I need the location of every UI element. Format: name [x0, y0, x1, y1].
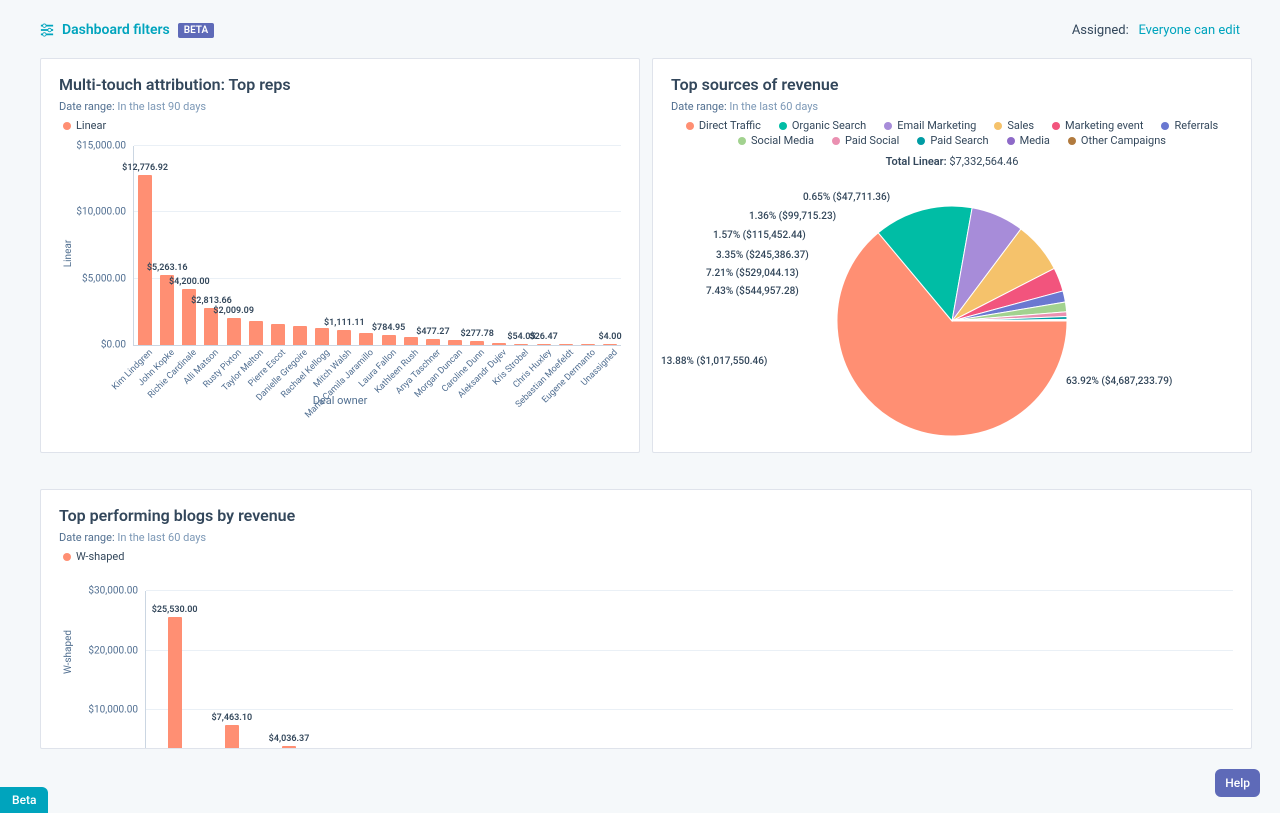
card-title: Multi-touch attribution: Top reps: [59, 75, 621, 94]
bar-cell[interactable]: Sebastian Moefeldt: [555, 344, 577, 345]
bar-cell[interactable]: $4,200.00Richie Cardinale: [178, 277, 200, 345]
x-axis-label: Deal owner: [59, 394, 621, 407]
bar-cell[interactable]: $5,263.16John Kopke: [156, 263, 178, 345]
date-range: Date range: In the last 60 days: [671, 100, 1233, 113]
pie-slice-label: 0.65% ($47,711.36): [803, 192, 890, 203]
bar-cell[interactable]: Pierre Escot: [267, 324, 289, 345]
pie-slice-label: 7.43% ($544,957.28): [706, 286, 799, 297]
legend-item[interactable]: Email Marketing: [884, 119, 976, 132]
bar-cell[interactable]: $1,111.11Mitch Walsh: [333, 318, 355, 345]
pie-slice-label: 7.21% ($529,044.13): [706, 268, 799, 279]
beta-badge: BETA: [178, 23, 214, 38]
bar-chart: $0.00$5,000.00$10,000.00$15,000.00 $12,7…: [133, 146, 621, 346]
filters-icon: [40, 23, 54, 37]
bar-cell[interactable]: $4,036.37: [260, 734, 317, 749]
legend-item[interactable]: Organic Search: [779, 119, 866, 132]
chart-legend: Linear: [59, 119, 621, 132]
bar-cell[interactable]: Kathleen Rush: [400, 337, 422, 345]
bar-cell[interactable]: $4.00Unassigned: [599, 332, 621, 345]
pie-slice-label: 1.57% ($115,452.44): [713, 230, 806, 241]
beta-button[interactable]: Beta: [0, 787, 48, 813]
bar-cell[interactable]: Danielle Gregoire: [289, 326, 311, 345]
card-top-blogs: Top performing blogs by revenue Date ran…: [40, 489, 1252, 749]
legend-item[interactable]: Social Media: [738, 134, 814, 147]
bar-cell[interactable]: Rachael Kellogg: [311, 328, 333, 345]
date-range: Date range: In the last 60 days: [59, 531, 1233, 544]
legend-item[interactable]: Other Campaigns: [1068, 134, 1166, 147]
assigned-label: Assigned:: [1072, 23, 1129, 38]
pie-total: Total Linear: $7,332,564.46: [671, 155, 1233, 168]
assigned-value-link[interactable]: Everyone can edit: [1138, 23, 1240, 38]
bar-cell[interactable]: Taylor Melton: [245, 321, 267, 345]
bar-cell[interactable]: $26.47Chris Huxley: [533, 332, 555, 345]
bar-cell[interactable]: $277.78Caroline Dunn: [466, 329, 488, 345]
legend-item[interactable]: Paid Social: [832, 134, 899, 147]
chart-legend: W-shaped: [59, 550, 1233, 563]
legend-item[interactable]: Direct Traffic: [686, 119, 761, 132]
chart-legend: Direct Traffic Organic Search Email Market…: [671, 119, 1233, 147]
pie-chart: 63.92% ($4,687,233.79)13.88% ($1,017,550…: [671, 176, 1233, 436]
legend-item[interactable]: Referrals: [1161, 119, 1218, 132]
bar-cell[interactable]: $7,463.10: [203, 713, 260, 749]
bar-cell[interactable]: Morgan Duncan: [444, 340, 466, 345]
bar-cell[interactable]: Maria Camila Jaramillo: [355, 333, 377, 345]
pie-slice-label: 3.35% ($245,386.37): [716, 250, 809, 261]
card-title: Top sources of revenue: [671, 75, 1233, 94]
date-range: Date range: In the last 90 days: [59, 100, 621, 113]
legend-item[interactable]: Paid Search: [917, 134, 988, 147]
dashboard-filters-link[interactable]: Dashboard filters: [62, 22, 170, 38]
help-button[interactable]: Help: [1215, 769, 1260, 797]
bar-cell[interactable]: $2,009.09Rusty Pixton: [223, 306, 245, 345]
legend-item[interactable]: Media: [1007, 134, 1050, 147]
pie-slice-label: 63.92% ($4,687,233.79): [1066, 376, 1172, 387]
pie-slice-label: 1.36% ($99,715.23): [749, 211, 836, 222]
card-revenue-sources: Top sources of revenue Date range: In th…: [652, 58, 1252, 453]
bar-chart: $10,000.00$20,000.00$30,000.00 $25,530.0…: [145, 591, 1233, 749]
bar-cell[interactable]: $784.95Laura Fallon: [378, 323, 400, 345]
card-top-reps: Multi-touch attribution: Top reps Date r…: [40, 58, 640, 453]
legend-item[interactable]: Marketing event: [1052, 119, 1143, 132]
bar-cell[interactable]: Aleksandr Dujev: [488, 343, 510, 345]
card-title: Top performing blogs by revenue: [59, 506, 1233, 525]
bar-cell[interactable]: $477.27Anya Taschner: [422, 327, 444, 345]
dashboard-header: Dashboard filters BETA Assigned: Everyon…: [0, 0, 1280, 58]
bar-cell[interactable]: Eugene Dermanto: [577, 344, 599, 345]
legend-item[interactable]: Sales: [994, 119, 1034, 132]
bar-cell[interactable]: $25,530.00: [146, 605, 203, 749]
bar-cell[interactable]: $12,776.92Kim Lindgren: [134, 163, 156, 345]
pie-slice-label: 13.88% ($1,017,550.46): [661, 356, 767, 367]
bar-cell[interactable]: $2,813.66Alli Matson: [200, 296, 222, 346]
